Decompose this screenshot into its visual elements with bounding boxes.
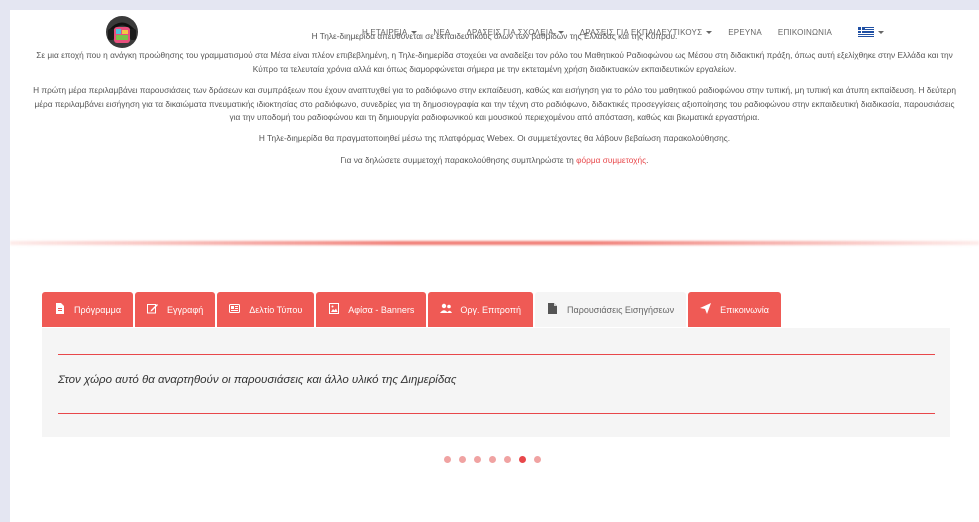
pager-dot[interactable] bbox=[504, 456, 511, 463]
pager-dot[interactable] bbox=[459, 456, 466, 463]
pager-dot[interactable] bbox=[474, 456, 481, 463]
intro-paragraph: Η Τηλε-διημερίδα απευθύνεται σε εκπαιδευ… bbox=[311, 31, 678, 41]
panel-top-rule bbox=[58, 354, 935, 355]
newspaper-icon bbox=[229, 303, 241, 316]
tab-5[interactable]: Παρουσιάσεις Εισηγήσεων bbox=[535, 292, 687, 327]
file-icon bbox=[547, 302, 558, 317]
page: Η ΕΤΑΙΡΕΙΑ ΝΕΑ ΔΡΑΣΕΙΣ ΓΙΑ ΣΧΟΛΕΙΑ ΔΡΑΣΕΙΣ … bbox=[10, 10, 979, 522]
program-paragraph: Η πρώτη μέρα περιλαμβάνει παρουσιάσεις τ… bbox=[33, 85, 956, 123]
tab-label: Αφίσα - Banners bbox=[348, 304, 415, 315]
tab-content-panel: Στον χώρο αυτό θα αναρτηθούν οι παρουσιά… bbox=[42, 328, 950, 437]
tab-4[interactable]: Οργ. Επιτροπή bbox=[428, 292, 534, 327]
image-file-icon bbox=[328, 302, 339, 317]
document-icon bbox=[54, 302, 65, 317]
tab-0[interactable]: Πρόγραμμα bbox=[42, 292, 134, 327]
tab-label: Οργ. Επιτροπή bbox=[460, 304, 522, 315]
section-divider bbox=[10, 241, 979, 245]
tab-bar: Πρόγραμμα Εγγραφή Δελτίο Τύπου Αφίσα - Bann… bbox=[42, 292, 783, 328]
pager-dot[interactable] bbox=[489, 456, 496, 463]
tab-6[interactable]: Επικοινωνία bbox=[688, 292, 781, 327]
tab-label: Δελτίο Τύπου bbox=[249, 304, 303, 315]
users-icon bbox=[440, 303, 453, 316]
tab-3[interactable]: Αφίσα - Banners bbox=[316, 292, 427, 327]
pager-dot[interactable] bbox=[444, 456, 451, 463]
registration-text: Για να δηλώσετε συμμετοχή παρακολούθησης… bbox=[340, 154, 577, 165]
registration-paragraph: Για να δηλώσετε συμμετοχή παρακολούθησης… bbox=[10, 154, 979, 167]
send-icon bbox=[700, 302, 712, 317]
registration-suffix: . bbox=[646, 154, 649, 165]
description-text: Η Τηλε-διημερίδα απευθύνεται σε εκπαιδευ… bbox=[10, 30, 979, 175]
tab-label: Επικοινωνία bbox=[720, 304, 769, 315]
tab-2[interactable]: Δελτίο Τύπου bbox=[217, 292, 315, 327]
edit-icon bbox=[147, 303, 159, 317]
panel-message: Στον χώρο αυτό θα αναρτηθούν οι παρουσιά… bbox=[58, 374, 457, 386]
pager-dot[interactable] bbox=[534, 456, 541, 463]
participation-form-link[interactable]: φόρμα συμμετοχής bbox=[576, 155, 646, 165]
tab-label: Εγγραφή bbox=[167, 304, 204, 315]
carousel-pager bbox=[444, 456, 549, 463]
panel-bottom-rule bbox=[58, 413, 935, 414]
goal-paragraph: Σε μια εποχή που η ανάγκη προώθησης του … bbox=[36, 50, 953, 74]
tab-label: Παρουσιάσεις Εισηγήσεων bbox=[567, 304, 675, 315]
platform-paragraph: Η Τηλε-διημερίδα θα πραγματοποιηθεί μέσω… bbox=[258, 133, 731, 144]
tab-1[interactable]: Εγγραφή bbox=[135, 292, 216, 327]
tab-label: Πρόγραμμα bbox=[74, 304, 122, 315]
pager-dot[interactable] bbox=[519, 456, 526, 463]
